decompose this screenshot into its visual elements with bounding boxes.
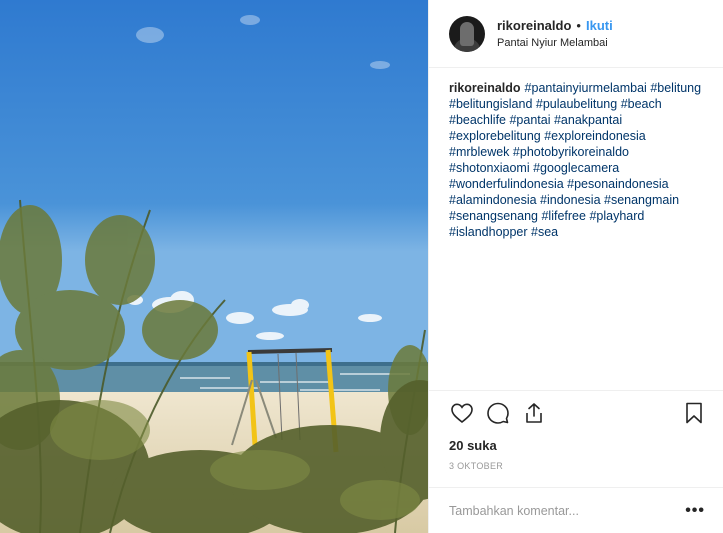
post-photo[interactable] xyxy=(0,0,428,533)
username-link[interactable]: rikoreinaldo xyxy=(497,18,571,33)
hashtag-link[interactable]: #senangmain xyxy=(604,193,679,207)
comment-input[interactable] xyxy=(449,503,686,518)
hashtag-link[interactable]: #exploreindonesia xyxy=(544,129,645,143)
hashtag-link[interactable]: #alamindonesia xyxy=(449,193,537,207)
hashtag-link[interactable]: #belitungisland xyxy=(449,97,532,111)
post-header: rikoreinaldo • Ikuti Pantai Nyiur Melamb… xyxy=(429,0,723,68)
hashtag-link[interactable]: #pantainyiurmelambai xyxy=(525,81,647,95)
hashtag-link[interactable]: #beachlife xyxy=(449,113,506,127)
post-side-panel: rikoreinaldo • Ikuti Pantai Nyiur Melamb… xyxy=(428,0,723,533)
follow-button[interactable]: Ikuti xyxy=(586,18,613,33)
comment-icon xyxy=(487,402,509,424)
hashtag-link[interactable]: #senangsenang xyxy=(449,209,538,223)
location-link[interactable]: Pantai Nyiur Melambai xyxy=(497,37,613,49)
hashtag-link[interactable]: #beach xyxy=(621,97,662,111)
caption-username[interactable]: rikoreinaldo xyxy=(449,81,521,95)
hashtag-link[interactable]: #sea xyxy=(531,225,558,239)
avatar[interactable] xyxy=(449,15,485,52)
hashtag-link[interactable]: #playhard xyxy=(589,209,644,223)
like-button[interactable] xyxy=(449,400,475,426)
bookmark-icon xyxy=(686,402,702,423)
hashtag-link[interactable]: #photobyrikoreinaldo xyxy=(513,145,629,159)
beach-swing-photo xyxy=(0,0,428,533)
header-line: rikoreinaldo • Ikuti xyxy=(497,18,613,33)
more-options-icon[interactable]: ••• xyxy=(685,502,705,520)
hashtag-link[interactable]: #googlecamera xyxy=(533,161,619,175)
hashtag-list: #pantainyiurmelambai #belitung #belitung… xyxy=(449,81,701,239)
comment-bar: ••• xyxy=(429,487,723,533)
separator-dot: • xyxy=(576,18,581,33)
hashtag-link[interactable]: #anakpantai xyxy=(554,113,622,127)
header-text: rikoreinaldo • Ikuti Pantai Nyiur Melamb… xyxy=(497,18,613,49)
instagram-post: rikoreinaldo • Ikuti Pantai Nyiur Melamb… xyxy=(0,0,723,533)
post-date: 3 OKTOBER xyxy=(449,461,504,471)
hashtag-link[interactable]: #explorebelitung xyxy=(449,129,541,143)
hashtag-link[interactable]: #wonderfulindonesia xyxy=(449,177,564,191)
hashtag-link[interactable]: #pesonaindonesia xyxy=(567,177,668,191)
heart-icon xyxy=(451,402,473,423)
hashtag-link[interactable]: #mrblewek xyxy=(449,145,509,159)
like-count[interactable]: 20 suka xyxy=(429,434,723,453)
hashtag-link[interactable]: #indonesia xyxy=(540,193,600,207)
action-bar xyxy=(429,390,723,434)
hashtag-link[interactable]: #pantai xyxy=(509,113,550,127)
hashtag-link[interactable]: #islandhopper xyxy=(449,225,528,239)
save-button[interactable] xyxy=(681,400,707,426)
caption: rikoreinaldo #pantainyiurmelambai #belitu… xyxy=(429,68,723,390)
share-icon xyxy=(526,402,542,423)
hashtag-link[interactable]: #pulaubelitung xyxy=(536,97,617,111)
hashtag-link[interactable]: #belitung xyxy=(650,81,701,95)
comment-button[interactable] xyxy=(485,400,511,426)
hashtag-link[interactable]: #shotonxiaomi xyxy=(449,161,530,175)
hashtag-link[interactable]: #lifefree xyxy=(541,209,585,223)
share-button[interactable] xyxy=(521,400,547,426)
